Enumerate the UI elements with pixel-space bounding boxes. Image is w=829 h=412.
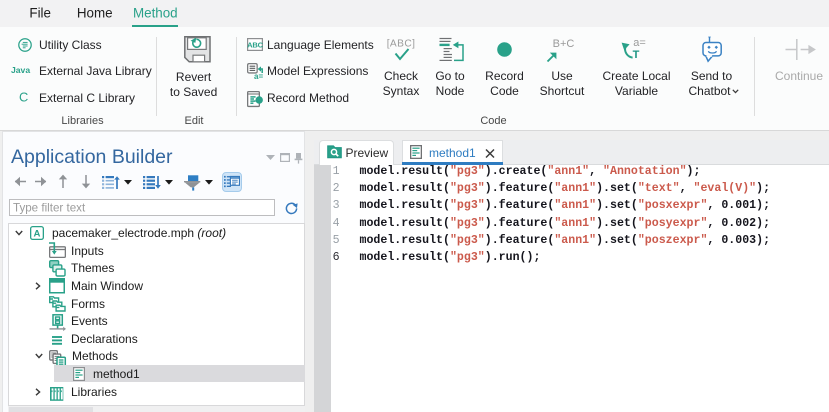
svg-text:A: A [33, 228, 40, 239]
svg-text:a=: a= [254, 72, 263, 81]
svg-text:T: T [633, 49, 640, 61]
svg-text:ABC: ABC [247, 40, 264, 49]
